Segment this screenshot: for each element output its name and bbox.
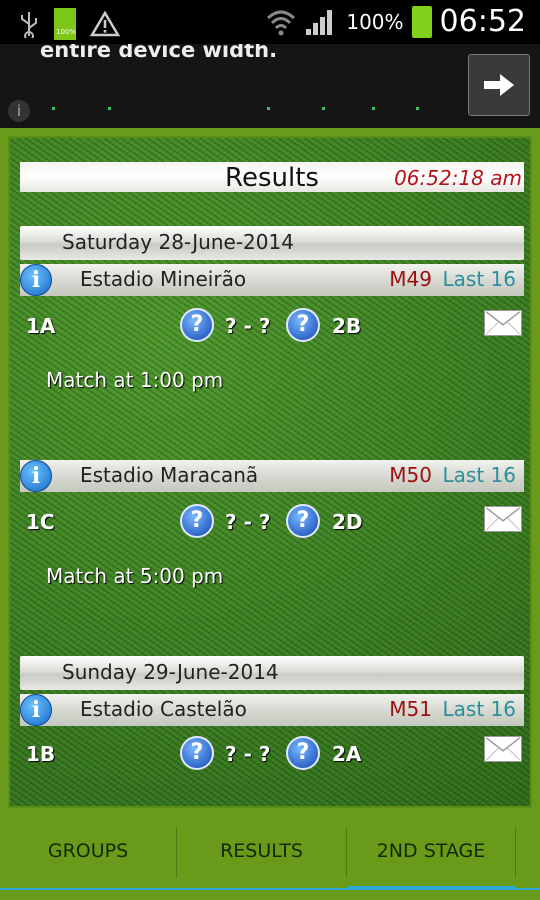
ad-dots [52, 107, 432, 111]
battery-icon [411, 5, 432, 38]
info-icon[interactable]: i [20, 694, 52, 726]
venue-name: Estadio Maracanã [80, 463, 259, 487]
away-team: 2B [332, 314, 362, 338]
warning-icon [90, 11, 120, 37]
match-code: M49 [389, 267, 432, 291]
battery-percent: 100% [346, 9, 404, 34]
question-icon[interactable]: ? [180, 308, 214, 342]
mail-icon[interactable] [484, 310, 522, 336]
info-icon[interactable]: i [8, 100, 30, 122]
bottom-tab-bar: GROUPS RESULTS 2ND STAGE [0, 818, 540, 900]
match-time: Match at 1:00 pm [46, 368, 224, 392]
venue-bar: i Estadio Mineirão M49 Last 16 [20, 264, 524, 296]
match-round: Last 16 [442, 463, 516, 487]
mail-icon[interactable] [484, 506, 522, 532]
header-clock: 06:52:18 am [394, 166, 522, 190]
match-round: Last 16 [442, 697, 516, 721]
home-team: 1A [26, 314, 56, 338]
question-icon[interactable]: ? [286, 308, 320, 342]
tab-results[interactable]: RESULTS [177, 818, 346, 888]
day-header: Sunday 29-June-2014 [20, 656, 524, 690]
day-label: Sunday 29-June-2014 [62, 660, 279, 684]
question-icon[interactable]: ? [180, 504, 214, 538]
status-bar: 100% 100% 06:52 [0, 0, 540, 44]
ad-arrow-button[interactable] [468, 54, 530, 116]
match-code: M51 [389, 697, 432, 721]
match-code: M50 [389, 463, 432, 487]
signal-icon [306, 9, 333, 35]
arrow-right-icon [484, 74, 514, 96]
venue-bar: i Estadio Castelão M51 Last 16 [20, 694, 524, 726]
battery-small-label: 100% [56, 28, 77, 36]
usb-icon [21, 12, 37, 38]
results-header: Results 06:52:18 am [20, 162, 524, 193]
match-round: Last 16 [442, 267, 516, 291]
score: ? - ? [225, 510, 271, 534]
question-icon[interactable]: ? [286, 736, 320, 770]
wifi-icon [267, 10, 296, 35]
tab-groups[interactable]: GROUPS [0, 818, 176, 888]
home-team: 1B [26, 742, 56, 766]
mail-icon[interactable] [484, 736, 522, 762]
day-label: Saturday 28-June-2014 [62, 230, 294, 254]
question-icon[interactable]: ? [286, 504, 320, 538]
match-time: Match at 5:00 pm [46, 564, 224, 588]
score: ? - ? [225, 742, 271, 766]
question-icon[interactable]: ? [180, 736, 214, 770]
ad-banner[interactable]: entire device width. i [0, 44, 540, 128]
away-team: 2A [332, 742, 362, 766]
clock-time: 06:52 [439, 4, 526, 39]
active-tab-indicator [347, 886, 515, 890]
venue-bar: i Estadio Maracanã M50 Last 16 [20, 460, 524, 492]
home-team: 1C [26, 510, 55, 534]
ad-text: entire device width. [40, 44, 278, 62]
away-team: 2D [332, 510, 363, 534]
tab-divider [515, 828, 516, 878]
tab-2nd-stage[interactable]: 2ND STAGE [347, 818, 515, 888]
battery-icon: 100% [54, 8, 76, 40]
day-header: Saturday 28-June-2014 [20, 226, 524, 260]
venue-name: Estadio Castelão [80, 697, 247, 721]
results-panel[interactable]: Results 06:52:18 am Saturday 28-June-201… [8, 136, 532, 808]
info-icon[interactable]: i [20, 264, 52, 296]
score: ? - ? [225, 314, 271, 338]
info-icon[interactable]: i [20, 460, 52, 492]
venue-name: Estadio Mineirão [80, 267, 247, 291]
